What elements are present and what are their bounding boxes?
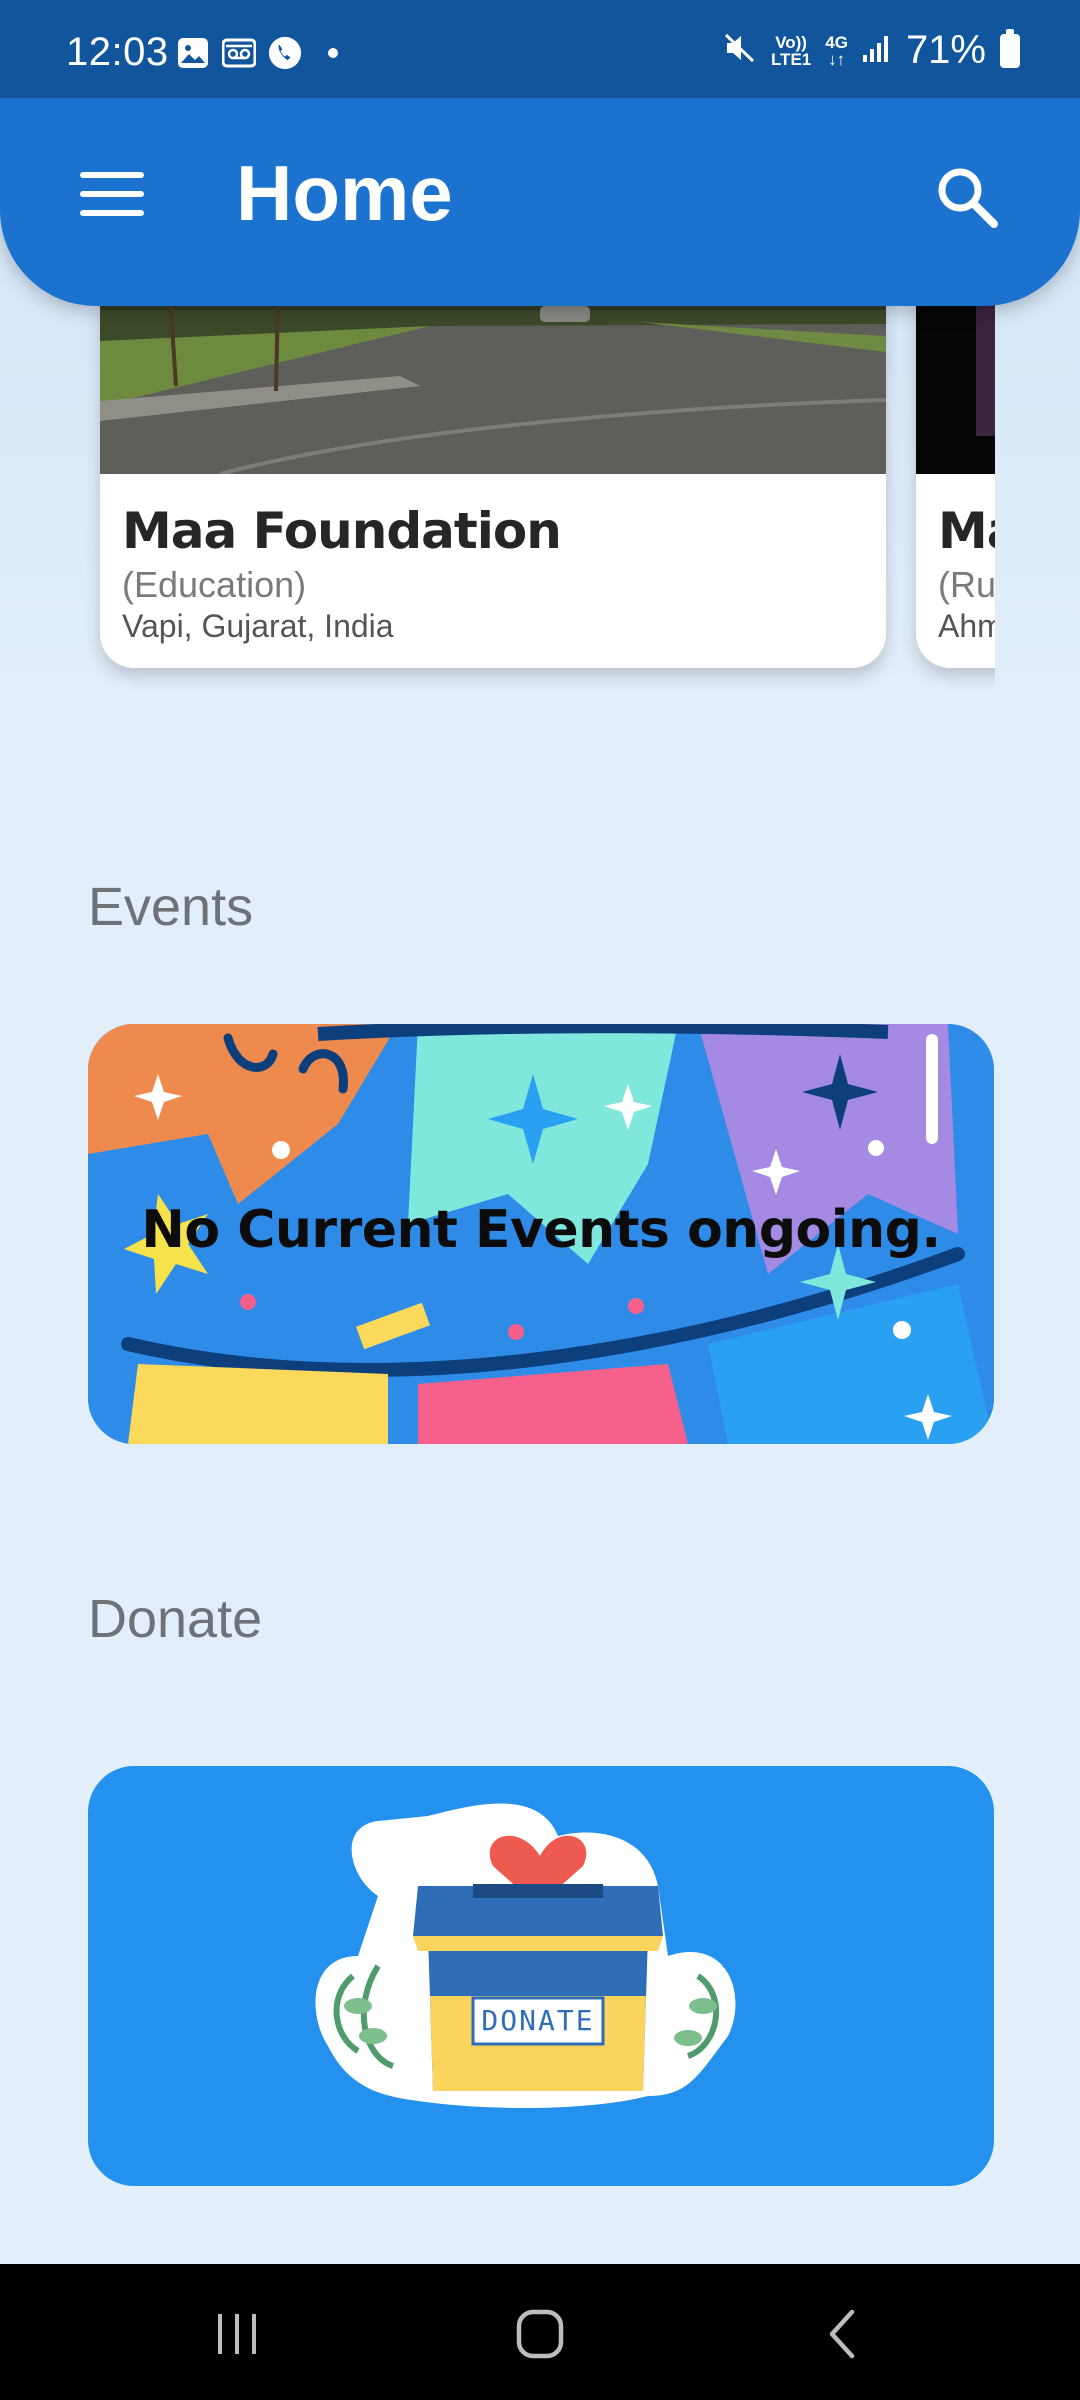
- more-notifications-dot: [328, 48, 338, 58]
- organization-location: Ahm: [938, 608, 995, 644]
- recent-apps-icon[interactable]: [202, 2304, 272, 2364]
- no-events-message: No Current Events ongoing.: [141, 1200, 941, 1260]
- status-time: 12:03: [66, 30, 169, 74]
- mute-icon: [723, 31, 757, 70]
- notification-icons: [176, 36, 338, 70]
- events-card[interactable]: No Current Events ongoing.: [88, 1024, 994, 1444]
- organization-category: (Ru: [938, 564, 995, 605]
- gallery-icon: [176, 36, 210, 70]
- status-bar: 12:03 Vo)) LTE1 4G ↓↑ 71%: [0, 0, 1080, 98]
- signal-icon: [862, 33, 892, 68]
- organization-category: (Education): [122, 564, 307, 605]
- donation-box-illustration: [315, 1803, 736, 2108]
- network-type-indicator: 4G ↓↑: [825, 32, 848, 69]
- donate-box-label: DONATE: [481, 2004, 595, 2037]
- app-bar: Home: [0, 96, 1080, 306]
- organization-name: Ma: [938, 502, 995, 560]
- battery-icon: [1000, 28, 1020, 68]
- donate-card[interactable]: DONATE: [88, 1766, 994, 2186]
- home-icon[interactable]: [505, 2304, 575, 2364]
- hamburger-menu-icon[interactable]: [80, 172, 144, 220]
- organization-card[interactable]: Ma (Ru Ahm: [916, 296, 995, 668]
- organization-name: Maa Foundation: [122, 502, 562, 560]
- voicemail-icon: [222, 36, 256, 70]
- phone-call-icon: [268, 36, 302, 70]
- organizations-carousel[interactable]: Maa Foundation (Education) Vapi, Gujarat…: [0, 296, 995, 696]
- organization-location: Vapi, Gujarat, India: [122, 608, 394, 644]
- volte-indicator: Vo)) LTE1: [770, 32, 812, 69]
- battery-percentage: 71%: [905, 28, 986, 72]
- organization-photo: [916, 296, 995, 474]
- page-title: Home: [236, 149, 453, 237]
- system-icons: Vo)) LTE1 4G ↓↑ 71%: [723, 28, 1020, 73]
- organization-card[interactable]: Maa Foundation (Education) Vapi, Gujarat…: [100, 296, 886, 668]
- organization-photo: [100, 296, 886, 474]
- events-section-title: Events: [88, 877, 254, 937]
- back-icon[interactable]: [808, 2304, 878, 2364]
- search-icon[interactable]: [934, 164, 1000, 230]
- donate-section-title: Donate: [88, 1589, 263, 1649]
- system-navigation-bar: [0, 2264, 1080, 2400]
